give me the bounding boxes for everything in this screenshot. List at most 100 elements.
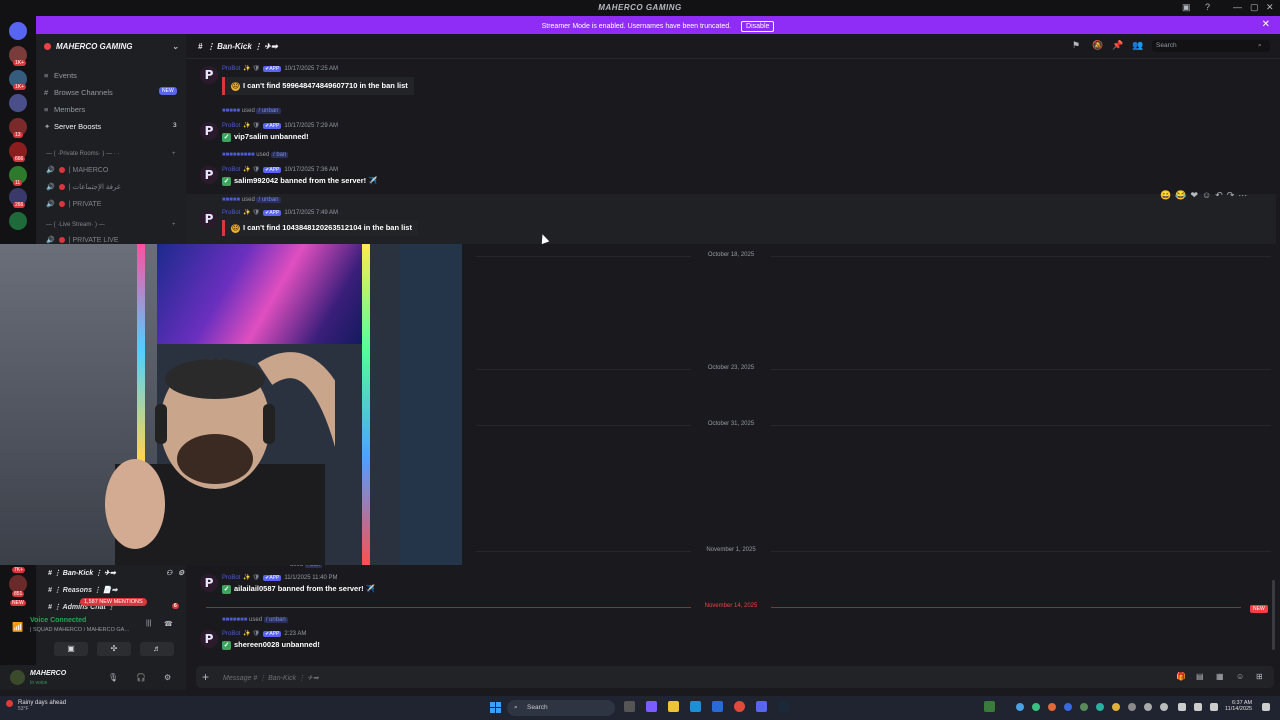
sidebar-item-reasons[interactable]: # ⋮ Reasons ⋮ 📄➡ — [48, 586, 117, 594]
command-tag[interactable]: / ban — [270, 152, 289, 158]
sticker-icon[interactable]: ▦ — [1216, 672, 1224, 681]
command-tag[interactable]: / unban — [263, 617, 288, 623]
chat-message[interactable]: ■■■■■ used / unban P ProBot ✨ 🛡 ✔APP 10/17/… — [186, 108, 1276, 146]
sidebar-item-ban-kick[interactable]: # ⋮ Ban-Kick ⋮ ✈➡ ⚇ ⚙ — [48, 569, 184, 577]
weather-widget[interactable]: Rainy days ahead 53°F — [18, 700, 66, 712]
threads-icon[interactable]: ⚑ — [1072, 40, 1080, 51]
close-banner-icon[interactable]: ✕ — [1262, 19, 1270, 30]
noise-suppression-icon[interactable]: ||| — [146, 620, 151, 627]
reaction-icon[interactable]: ❤ — [1190, 190, 1202, 200]
voice-channel[interactable]: 🔊 | PRIVATE LIVE — [46, 236, 119, 244]
tray-app-icon[interactable] — [1048, 703, 1056, 711]
sidebar-item-browse-channels[interactable]: # Browse Channels NEW — [44, 87, 177, 97]
sidebar-item-events[interactable]: ≡ Events — [44, 71, 77, 80]
activities-button[interactable]: ✣ — [97, 642, 131, 656]
bluetooth-icon[interactable] — [1064, 703, 1072, 711]
avatar[interactable]: P — [200, 210, 218, 228]
chat-message[interactable]: ■■■■■ used / unban P ProBot ✨ 🛡 ✔APP 10/17/… — [186, 194, 1276, 244]
minimize-button[interactable]: — — [1233, 2, 1242, 12]
tray-app-icon[interactable] — [1144, 703, 1152, 711]
reply-line[interactable]: ■■■■■■■■■ used / ban — [222, 152, 289, 158]
chevron-down-icon[interactable]: ⌄ — [172, 42, 179, 51]
add-channel-icon[interactable]: + — [172, 151, 176, 157]
command-tag[interactable]: / unban — [256, 108, 281, 114]
category-live-stream[interactable]: — ( ·Live Stream· ) — + — [46, 222, 176, 228]
reply-icon[interactable]: ↶ — [1215, 190, 1227, 200]
tray-app-icon[interactable] — [1016, 703, 1024, 711]
avatar[interactable]: P — [200, 574, 218, 592]
reaction-icon[interactable]: 😂 — [1175, 190, 1190, 200]
apps-icon[interactable]: ⊞ — [1256, 672, 1263, 681]
voice-channel-name[interactable]: | SQUAD MAHERCO / MAHERCO GA... — [30, 627, 129, 633]
windows-start-icon[interactable] — [490, 702, 501, 713]
command-tag[interactable]: / unban — [256, 197, 281, 203]
tray-app-icon[interactable] — [1032, 703, 1040, 711]
reaction-icon[interactable]: 😀 — [1160, 190, 1175, 200]
chat-scrollbar[interactable] — [1272, 580, 1275, 650]
avatar[interactable]: P — [200, 166, 218, 184]
author-name[interactable]: ProBot — [222, 210, 240, 216]
member-list-icon[interactable]: 👥 — [1132, 40, 1143, 51]
reply-line[interactable]: ■■■■■■■ used / unban — [222, 617, 288, 623]
steam-icon[interactable] — [778, 701, 789, 712]
chat-message[interactable]: P ProBot ✨ 🛡 ✔APP 10/17/2025 7:25 AM ☹ I can… — [186, 60, 1276, 98]
message-composer[interactable]: + Message # ⋮ Ban-Kick ⋮ ✈➡ 🎁 ▤ ▦ ☺ ⊞ — [196, 666, 1274, 688]
volume-icon[interactable] — [1194, 703, 1202, 711]
tray-app-icon[interactable] — [984, 701, 995, 712]
discord-home-icon[interactable] — [9, 22, 27, 40]
sidebar-item-members[interactable]: ≡ Members — [44, 105, 85, 114]
new-mentions-pill[interactable]: 1,587 NEW MENTIONS — [80, 598, 147, 606]
author-name[interactable]: ProBot — [222, 631, 240, 637]
author-name[interactable]: ProBot — [222, 167, 240, 173]
server-icon[interactable] — [9, 212, 27, 230]
copilot-icon[interactable] — [646, 701, 657, 712]
invite-icon[interactable]: ⚇ — [166, 569, 172, 577]
disconnect-icon[interactable]: ☎ — [164, 620, 173, 628]
account-name[interactable]: MAHERCO — [30, 670, 66, 677]
chat-message[interactable]: ■■■■■■■ used / unban P ProBot ✨ 🛡 ✔APP 2:23… — [186, 617, 1276, 657]
tray-app-icon[interactable] — [1128, 703, 1136, 711]
server-name-header[interactable]: MAHERCO GAMING ⌄ — [44, 42, 179, 51]
sidebar-item-server-boosts[interactable]: ✦ Server Boosts 3 — [44, 122, 177, 131]
camera-button[interactable]: ▣ — [54, 642, 88, 656]
notifications-icon[interactable] — [1262, 703, 1270, 711]
taskbar-search[interactable]: ⌕ Search — [507, 700, 615, 716]
add-channel-icon[interactable]: + — [172, 222, 176, 228]
reply-line[interactable]: ■■■■■ used / unban — [222, 108, 281, 114]
attach-plus-icon[interactable]: + — [202, 670, 209, 684]
notification-icon[interactable]: 🔕 — [1092, 40, 1103, 51]
gift-icon[interactable]: 🎁 — [1176, 672, 1186, 681]
voice-status[interactable]: Voice Connected | SQUAD MAHERCO / MAHERC… — [12, 617, 173, 633]
avatar[interactable] — [10, 670, 25, 685]
soundboard-button[interactable]: ♬ — [140, 642, 174, 656]
avatar[interactable]: P — [200, 66, 218, 84]
chat-message[interactable]: ■■■■■■■■■ used / ban P ProBot ✨ 🛡 ✔APP 10/1… — [186, 152, 1276, 190]
forward-icon[interactable]: ↷ — [1227, 190, 1239, 200]
help-icon[interactable]: ? — [1205, 2, 1210, 12]
microphone-tray-icon[interactable] — [1160, 703, 1168, 711]
chat-message[interactable]: used / ban P ProBot ✨ 🛡 ✔APP 11/1/2025 11:4… — [186, 562, 1276, 602]
tray-app-icon[interactable] — [1096, 703, 1104, 711]
category-private-rooms[interactable]: — ( ·Private Rooms· ) — · · + — [46, 151, 176, 157]
voice-channel[interactable]: 🔊 | PRIVATE — [46, 200, 101, 208]
battery-icon[interactable] — [1210, 703, 1218, 711]
author-name[interactable]: ProBot — [222, 575, 240, 581]
reply-line[interactable]: ■■■■■ used / unban — [222, 197, 281, 203]
inbox-icon[interactable]: ▣ — [1182, 2, 1191, 13]
search-input[interactable]: Search ⌕ — [1152, 40, 1270, 52]
gif-icon[interactable]: ▤ — [1196, 672, 1204, 681]
close-window-button[interactable]: ✕ — [1266, 2, 1274, 13]
task-view-icon[interactable] — [624, 701, 635, 712]
maximize-button[interactable]: ▢ — [1250, 2, 1259, 13]
chrome-icon[interactable] — [734, 701, 745, 712]
emoji-picker-icon[interactable]: ☺ — [1236, 672, 1244, 681]
tray-app-icon[interactable] — [1112, 703, 1120, 711]
server-icon[interactable] — [9, 94, 27, 112]
voice-channel[interactable]: 🔊 | غرفة الإجتماعات — [46, 183, 121, 191]
add-reaction-icon[interactable]: ☺ — [1202, 190, 1215, 200]
disable-streamer-mode-button[interactable]: Disable — [741, 21, 775, 32]
discord-taskbar-icon[interactable] — [756, 701, 767, 712]
store-icon[interactable] — [712, 701, 723, 712]
gear-icon[interactable]: ⚙ — [178, 569, 184, 577]
avatar[interactable]: P — [200, 630, 218, 648]
